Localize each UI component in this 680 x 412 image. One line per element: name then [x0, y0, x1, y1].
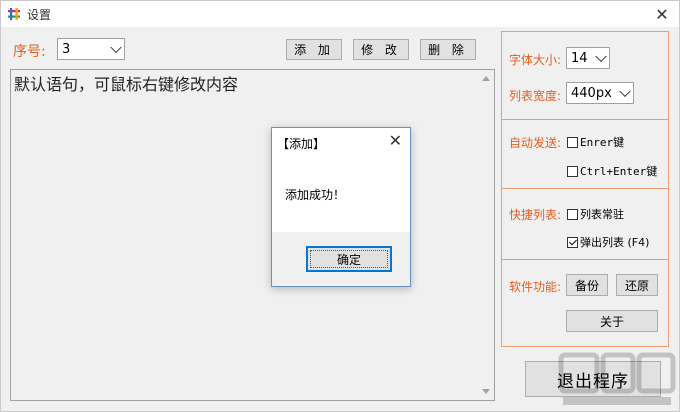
ctrl-enter-checkbox[interactable] [567, 165, 578, 177]
focus-outline [310, 250, 388, 268]
title-bar: 设置 ✕ [1, 1, 679, 27]
add-button[interactable]: 添 加 [286, 39, 342, 60]
font-size-select[interactable]: 14 [566, 47, 610, 69]
shortcut-list-label: 快捷列表: [509, 208, 562, 222]
close-icon[interactable]: ✕ [649, 1, 675, 27]
enter-key-option[interactable]: Enrer键 [567, 134, 624, 150]
about-button[interactable]: 关于 [566, 310, 658, 332]
font-size-value: 14 [571, 50, 588, 66]
ctrl-enter-option[interactable]: Ctrl+Enter键 [567, 163, 657, 179]
restore-button[interactable]: 还原 [616, 274, 658, 296]
dialog-message: 添加成功！ [285, 188, 346, 202]
scroll-up-icon[interactable] [482, 76, 490, 81]
popup-list-option[interactable]: 弹出列表 (F4) [567, 234, 649, 250]
dialog-title: 【添加】 [277, 137, 326, 151]
panel-divider [501, 188, 669, 189]
pin-list-checkbox[interactable] [567, 208, 578, 220]
scroll-down-icon[interactable] [482, 389, 490, 394]
chevron-down-icon [110, 41, 122, 54]
phrase-text-area[interactable]: 默认语句，可鼠标右键修改内容 [10, 69, 495, 401]
watermark-logo [558, 352, 676, 405]
popup-list-checkbox[interactable] [567, 236, 578, 248]
delete-button[interactable]: 删 除 [420, 39, 476, 60]
panel-divider [501, 119, 669, 120]
app-icon [7, 7, 21, 21]
font-size-label: 字体大小: [509, 53, 562, 67]
pin-list-label: 列表常驻 [580, 208, 624, 221]
list-width-value: 440px [571, 85, 612, 101]
vertical-scrollbar[interactable] [478, 70, 494, 400]
panel-divider [501, 259, 669, 260]
popup-list-label: 弹出列表 (F4) [580, 236, 650, 249]
edit-button[interactable]: 修 改 [353, 39, 409, 60]
pin-list-option[interactable]: 列表常驻 [567, 206, 624, 222]
dialog-footer: 确定 [272, 232, 410, 286]
chevron-down-icon [595, 50, 607, 63]
settings-panel [501, 31, 669, 347]
enter-key-label: Enrer键 [580, 136, 625, 149]
ok-button[interactable]: 确定 [306, 246, 392, 272]
window-title: 设置 [27, 8, 52, 22]
backup-button[interactable]: 备份 [566, 274, 608, 296]
add-result-dialog: 【添加】 ✕ 添加成功！ 确定 [271, 127, 411, 287]
ctrl-enter-label: Ctrl+Enter键 [580, 165, 658, 178]
chevron-down-icon [619, 85, 631, 98]
list-width-label: 列表宽度: [509, 89, 562, 103]
phrase-text: 默认语句，可鼠标右键修改内容 [14, 75, 239, 94]
sequence-label: 序号: [13, 44, 46, 60]
auto-send-label: 自动发送: [509, 136, 562, 150]
sequence-select[interactable]: 3 [57, 38, 125, 60]
settings-window: 设置 ✕ 序号: 3 添 加 修 改 删 除 默认语句，可鼠标右键修改内容 字体… [0, 0, 680, 412]
features-label: 软件功能: [509, 280, 562, 294]
sequence-select-value: 3 [62, 41, 71, 57]
list-width-select[interactable]: 440px [566, 82, 634, 104]
close-icon[interactable]: ✕ [389, 131, 402, 150]
enter-key-checkbox[interactable] [567, 136, 578, 148]
